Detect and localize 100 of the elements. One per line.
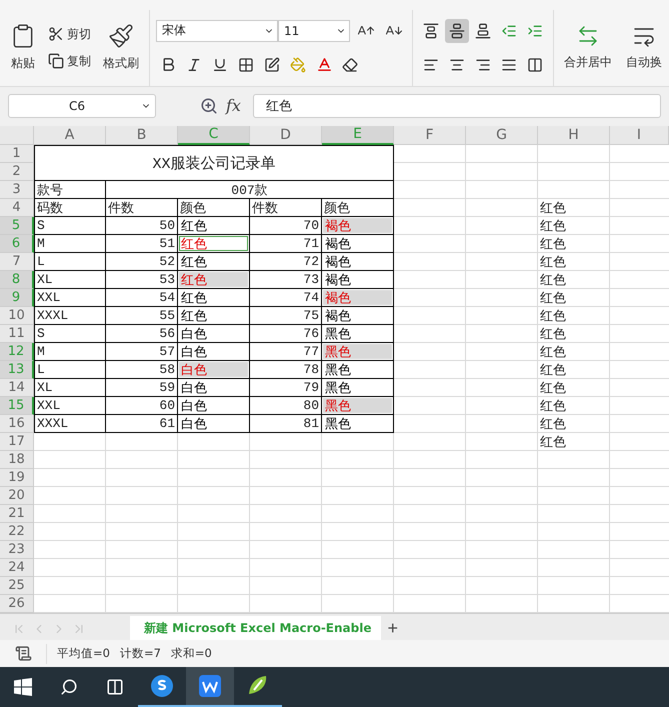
row-header[interactable]: 9 xyxy=(0,289,34,308)
row-header[interactable]: 26 xyxy=(0,595,34,614)
macro-icon[interactable] xyxy=(14,645,32,662)
table-cell[interactable]: 白色 xyxy=(178,361,250,380)
table-cell: 76 xyxy=(250,325,322,344)
table-cell: 59 xyxy=(106,379,178,398)
merge-center-button[interactable]: 合并居中 xyxy=(560,22,616,74)
table-cell: 78 xyxy=(250,361,322,380)
align-middle-icon xyxy=(449,22,465,39)
row-header[interactable]: 22 xyxy=(0,523,34,542)
status-text: 计数=7 xyxy=(120,646,161,662)
row-header[interactable]: 21 xyxy=(0,505,34,524)
row-header[interactable]: 8 xyxy=(0,271,34,290)
taskbar-app[interactable] xyxy=(186,667,234,707)
align-top-icon xyxy=(423,22,439,39)
row-header[interactable]: 23 xyxy=(0,541,34,560)
indent-icon xyxy=(527,22,543,39)
align-middle-button[interactable] xyxy=(445,18,469,43)
table-cell[interactable]: 褐色 xyxy=(322,307,394,326)
table-cell: 56 xyxy=(106,325,178,344)
zoom-icon[interactable] xyxy=(200,96,218,115)
column-header[interactable]: D xyxy=(250,126,322,146)
table-cell[interactable]: 红色 xyxy=(178,271,250,290)
table-cell[interactable]: 红色 xyxy=(178,289,250,308)
table-cell[interactable]: 红色 xyxy=(178,217,250,236)
table-cell: 007款 xyxy=(106,181,394,200)
paste-button[interactable]: 粘贴 xyxy=(6,21,40,74)
fill-color-icon xyxy=(290,56,306,73)
cut-button[interactable]: 剪切 xyxy=(46,24,93,45)
table-cell[interactable]: 白色 xyxy=(178,415,250,434)
row-header[interactable]: 7 xyxy=(0,253,34,272)
row-header[interactable]: 17 xyxy=(0,433,34,452)
row-header[interactable]: 1 xyxy=(0,145,34,164)
table-cell[interactable]: 白色 xyxy=(178,379,250,398)
table-cell[interactable]: 褐色 xyxy=(322,217,394,236)
table-cell[interactable]: 黑色 xyxy=(322,397,394,416)
format-painter-button[interactable]: 格式刷 xyxy=(99,21,143,74)
table-cell[interactable]: 红色 xyxy=(178,253,250,272)
table-cell[interactable]: 黑色 xyxy=(322,415,394,434)
row-header[interactable]: 5 xyxy=(0,217,34,236)
column-header[interactable]: E xyxy=(322,126,394,146)
row-header[interactable]: 14 xyxy=(0,379,34,398)
table-cell: L xyxy=(34,361,106,380)
row-header[interactable]: 6 xyxy=(0,235,34,254)
table-cell[interactable]: 白色 xyxy=(178,343,250,362)
column-header[interactable]: F xyxy=(394,126,466,146)
function-label[interactable]: fx xyxy=(226,96,241,116)
row-header[interactable]: 4 xyxy=(0,199,34,218)
add-sheet-button[interactable]: + xyxy=(381,616,404,640)
formula-field[interactable]: 红色 xyxy=(252,94,661,118)
row-header[interactable]: 12 xyxy=(0,343,34,362)
task-view-icon xyxy=(106,678,124,696)
table-cell: 52 xyxy=(106,253,178,272)
row-header[interactable]: 20 xyxy=(0,487,34,506)
table-cell: 74 xyxy=(250,289,322,308)
column-header[interactable]: A xyxy=(34,126,106,146)
copy-button[interactable]: 复制 xyxy=(46,50,93,72)
table-cell[interactable]: 褐色 xyxy=(322,235,394,254)
font-size-select[interactable]: 11 xyxy=(278,20,350,42)
table-cell: 71 xyxy=(250,235,322,254)
column-header[interactable]: B xyxy=(106,126,178,146)
row-header[interactable]: 11 xyxy=(0,325,34,344)
borders-icon xyxy=(238,56,254,73)
column-header[interactable]: G xyxy=(466,126,538,146)
name-box[interactable]: C6 xyxy=(8,94,156,118)
row-header[interactable]: 15 xyxy=(0,397,34,416)
table-cell[interactable]: 红色 xyxy=(178,307,250,326)
column-header[interactable]: C xyxy=(178,126,250,146)
row-header[interactable]: 10 xyxy=(0,307,34,326)
table-cell: 81 xyxy=(250,415,322,434)
table-cell[interactable]: 黑色 xyxy=(322,325,394,344)
wrap-text-button[interactable]: 自动换 xyxy=(622,22,666,74)
table-cell[interactable]: 褐色 xyxy=(322,271,394,290)
sheet-tab[interactable]: 新建 Microsoft Excel Macro-Enable xyxy=(130,616,382,640)
table-cell[interactable]: 黑色 xyxy=(322,379,394,398)
row-header[interactable]: 19 xyxy=(0,469,34,488)
font-name-select[interactable]: 宋体 xyxy=(156,20,278,42)
table-cell: XXXL xyxy=(34,307,106,326)
table-cell[interactable]: 白色 xyxy=(178,397,250,416)
column-header[interactable]: H xyxy=(538,126,610,146)
row-header[interactable]: 18 xyxy=(0,451,34,470)
table-cell[interactable]: 红色 xyxy=(178,235,250,254)
table-cell: 80 xyxy=(250,397,322,416)
row-header[interactable]: 25 xyxy=(0,577,34,596)
table-cell[interactable]: 褐色 xyxy=(322,253,394,272)
row-header[interactable]: 24 xyxy=(0,559,34,578)
table-cell[interactable]: 褐色 xyxy=(322,289,394,308)
align-right-icon xyxy=(475,56,491,73)
row-header[interactable]: 2 xyxy=(0,163,34,182)
table-cell[interactable]: 黑色 xyxy=(322,343,394,362)
table-cell[interactable]: 白色 xyxy=(178,325,250,344)
row-header[interactable]: 3 xyxy=(0,181,34,200)
table-cell[interactable]: 黑色 xyxy=(322,361,394,380)
row-header[interactable]: 16 xyxy=(0,415,34,434)
underline-icon xyxy=(212,56,228,73)
column-header[interactable]: I xyxy=(610,126,669,146)
align-left-icon xyxy=(423,56,439,73)
status-text: 求和=0 xyxy=(170,646,212,662)
outdent-icon xyxy=(501,22,517,39)
row-header[interactable]: 13 xyxy=(0,361,34,380)
